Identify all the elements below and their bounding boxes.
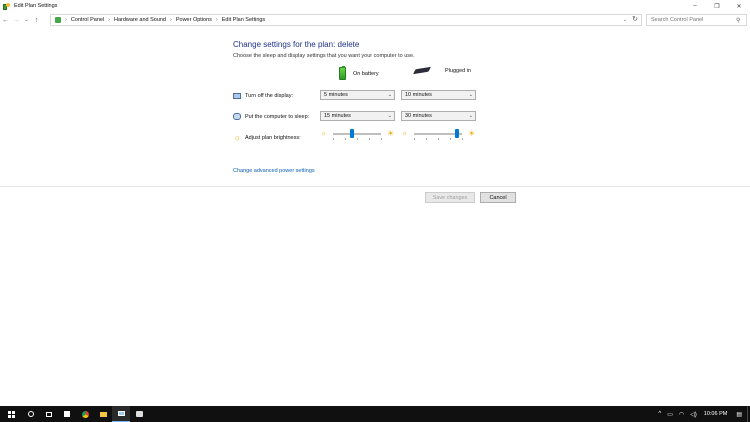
breadcrumb-separator: › (215, 17, 218, 23)
task-view-icon (46, 411, 52, 417)
page-title: Change settings for the plan: delete (233, 40, 360, 49)
control-panel-icon (117, 411, 125, 416)
chevron-down-icon: ⌄ (468, 92, 473, 98)
brightness-setting-row: ☼ Adjust plan brightness: (233, 132, 301, 143)
sleep-battery-value: 15 minutes (324, 113, 351, 119)
plug-icon (412, 66, 432, 75)
system-tray: ^ ▭ ◠ ◁) 10:06 PM ▤ (655, 406, 750, 422)
chevron-down-icon: ⌄ (387, 113, 392, 119)
brightness-setting-label: Adjust plan brightness: (245, 134, 301, 141)
save-changes-button[interactable]: Save changes (425, 192, 475, 203)
title-bar: Edit Plan Settings – ❐ ✕ (0, 0, 750, 12)
control-panel-icon (54, 16, 62, 24)
slider-track[interactable] (333, 129, 381, 140)
battery-tray-icon[interactable]: ▭ (667, 411, 673, 418)
sleep-setting-row: Put the computer to sleep: (233, 111, 309, 122)
bright-sun-icon: ☀ (468, 129, 476, 138)
chrome-button[interactable] (76, 406, 94, 422)
chevron-down-icon: ⌄ (468, 113, 473, 119)
task-view-button[interactable] (40, 406, 58, 422)
dim-sun-icon: ☼ (321, 131, 327, 137)
maximize-button[interactable]: ❐ (706, 0, 728, 12)
navigation-bar: ← → ⌄ ↑ › Control Panel › Hardware and S… (0, 13, 750, 27)
sleep-plugged-value: 30 minutes (405, 113, 432, 119)
bright-sun-icon: ☀ (387, 129, 395, 138)
breadcrumb-power-options[interactable]: Power Options (176, 17, 212, 23)
display-plugged-value: 10 minutes (405, 92, 432, 98)
windows-logo-icon (7, 410, 15, 418)
plugged-in-label: Plugged in (445, 68, 471, 74)
cortana-icon (28, 411, 34, 417)
address-dropdown-icon[interactable]: ⌄ (623, 17, 627, 23)
recent-locations-button[interactable]: ⌄ (22, 14, 31, 26)
window-title: Edit Plan Settings (14, 3, 58, 9)
store-button[interactable] (58, 406, 76, 422)
breadcrumb-control-panel[interactable]: Control Panel (71, 17, 104, 23)
display-setting-label: Turn off the display: (245, 92, 293, 99)
taskbar: ^ ▭ ◠ ◁) 10:06 PM ▤ (0, 406, 750, 422)
clock[interactable]: 10:06 PM (704, 411, 728, 417)
search-icon[interactable]: ⚲ (736, 17, 746, 24)
show-hidden-icons-icon[interactable]: ^ (658, 411, 661, 417)
minimize-button[interactable]: – (684, 0, 706, 12)
brightness-plugged-slider[interactable]: ☼ ☀ (402, 128, 475, 140)
page-description: Choose the sleep and display settings th… (233, 53, 415, 59)
divider (0, 186, 750, 187)
breadcrumb-separator: › (108, 17, 111, 23)
chevron-down-icon: ⌄ (387, 92, 392, 98)
wifi-icon[interactable]: ◠ (679, 411, 684, 418)
address-bar[interactable]: › Control Panel › Hardware and Sound › P… (50, 14, 642, 26)
network-app-button[interactable] (130, 406, 148, 422)
breadcrumb-separator: › (65, 17, 67, 23)
volume-icon[interactable]: ◁) (690, 411, 697, 418)
advanced-power-settings-link[interactable]: Change advanced power settings (233, 168, 315, 174)
display-plugged-select[interactable]: 10 minutes ⌄ (401, 90, 476, 100)
store-icon (64, 411, 70, 417)
breadcrumb-hardware-and-sound[interactable]: Hardware and Sound (114, 17, 166, 23)
brightness-battery-slider[interactable]: ☼ ☀ (321, 128, 394, 140)
sleep-setting-label: Put the computer to sleep: (245, 113, 310, 120)
breadcrumb-separator: › (170, 17, 172, 23)
sun-icon: ☼ (233, 132, 241, 142)
back-button[interactable]: ← (0, 14, 11, 26)
chrome-icon (81, 410, 89, 418)
start-button[interactable] (0, 406, 22, 422)
notifications-icon[interactable]: ▤ (736, 411, 742, 418)
file-explorer-button[interactable] (94, 406, 112, 422)
window-controls: – ❐ ✕ (684, 0, 750, 12)
slider-thumb[interactable] (455, 129, 460, 138)
display-battery-select[interactable]: 5 minutes ⌄ (320, 90, 395, 100)
display-battery-value: 5 minutes (324, 92, 348, 98)
control-panel-taskbar-button[interactable] (112, 406, 130, 422)
sleep-plugged-select[interactable]: 30 minutes ⌄ (401, 111, 476, 121)
on-battery-label: On battery (353, 70, 379, 77)
power-options-icon (3, 2, 10, 10)
refresh-icon[interactable]: ↻ (632, 15, 638, 23)
display-setting-row: Turn off the display: (233, 90, 293, 101)
column-header-on-battery: On battery (339, 66, 379, 80)
dim-sun-icon: ☼ (402, 131, 408, 137)
column-header-plugged-in: Plugged in (412, 66, 471, 75)
slider-thumb[interactable] (350, 129, 355, 138)
cancel-button[interactable]: Cancel (480, 192, 516, 203)
forward-button[interactable]: → (11, 14, 22, 26)
breadcrumb-edit-plan-settings[interactable]: Edit Plan Settings (222, 17, 265, 23)
sleep-icon (233, 113, 241, 121)
slider-track[interactable] (414, 129, 462, 140)
cortana-button[interactable] (22, 406, 40, 422)
sleep-battery-select[interactable]: 15 minutes ⌄ (320, 111, 395, 121)
monitor-icon (233, 92, 241, 100)
search-input[interactable] (651, 17, 731, 23)
close-button[interactable]: ✕ (728, 0, 750, 12)
folder-icon (99, 411, 107, 417)
network-icon (135, 411, 143, 417)
up-button[interactable]: ↑ (31, 14, 42, 26)
search-box[interactable]: ⚲ (646, 14, 747, 26)
battery-icon (339, 66, 346, 80)
